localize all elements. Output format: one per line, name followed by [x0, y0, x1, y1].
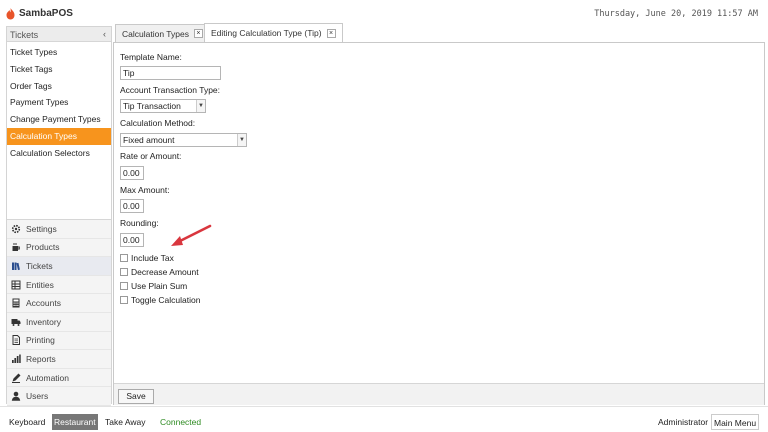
calculation-method-select[interactable]: Fixed amount ▼	[120, 133, 247, 147]
annotation-arrow-icon	[171, 224, 212, 246]
books-icon	[12, 262, 20, 271]
sidebar-header-label: Tickets	[10, 30, 39, 40]
decrease-amount-label: Decrease Amount	[131, 267, 199, 277]
coffee-icon	[12, 243, 20, 252]
nav-inventory-label: Inventory	[26, 316, 61, 327]
nav-printing-label: Printing	[26, 335, 55, 346]
checkbox-box[interactable]	[120, 268, 128, 276]
tab-calculation-types[interactable]: Calculation Types ×	[115, 24, 210, 42]
use-plain-sum-label: Use Plain Sum	[131, 281, 188, 291]
nav-users-label: Users	[26, 391, 49, 402]
account-transaction-type-label: Account Transaction Type:	[120, 85, 221, 95]
include-tax-label: Include Tax	[131, 253, 174, 263]
app-name: SambaPOS	[19, 7, 73, 19]
rounding-input[interactable]: 0.00	[120, 233, 144, 247]
include-tax-checkbox[interactable]: Include Tax	[120, 253, 174, 263]
checkbox-box[interactable]	[120, 254, 128, 262]
toggle-calculation-checkbox[interactable]: Toggle Calculation	[120, 295, 200, 305]
rounding-label: Rounding:	[120, 218, 159, 228]
nav-settings-label: Settings	[26, 223, 57, 234]
nav-reports-label: Reports	[26, 353, 56, 364]
dropdown-arrow-icon: ▼	[237, 134, 246, 146]
status-bar: Keyboard Restaurant Take Away Connected …	[0, 406, 768, 432]
tab-editing-calculation-type[interactable]: Editing Calculation Type (Tip) ×	[204, 23, 343, 42]
user-icon	[11, 391, 21, 401]
keyboard-button[interactable]: Keyboard	[7, 414, 47, 430]
current-user: Administrator	[658, 417, 709, 427]
sidebar-item-calculation-selectors[interactable]: Calculation Selectors	[7, 145, 111, 162]
app-logo: SambaPOS	[5, 5, 73, 21]
nav-products[interactable]: Products	[7, 238, 111, 258]
nav-inventory[interactable]: Inventory	[7, 312, 111, 332]
sidebar: Tickets ‹ Ticket Types Ticket Tags Order…	[6, 26, 112, 406]
app-header: SambaPOS Thursday, June 20, 2019 11:57 A…	[0, 0, 768, 24]
close-icon[interactable]: ×	[193, 29, 203, 38]
bar-chart-icon	[12, 354, 21, 363]
tab-editing-calculation-type-label: Editing Calculation Type (Tip)	[211, 28, 322, 38]
max-amount-input[interactable]: 0.00	[120, 199, 144, 213]
sidebar-item-payment-types[interactable]: Payment Types	[7, 94, 111, 111]
calculation-method-value: Fixed amount	[123, 135, 175, 145]
nav-tickets[interactable]: Tickets	[7, 257, 111, 276]
nav-automation-label: Automation	[26, 372, 69, 383]
account-transaction-type-select[interactable]: Tip Transaction ▼	[120, 99, 206, 113]
checkbox-box[interactable]	[120, 296, 128, 304]
calculation-method-label: Calculation Method:	[120, 118, 196, 128]
sidebar-item-change-payment-types[interactable]: Change Payment Types	[7, 111, 111, 128]
connection-status: Connected	[160, 417, 202, 427]
samba-logo-icon	[6, 7, 15, 19]
template-name-label: Template Name:	[120, 52, 182, 62]
dropdown-arrow-icon: ▼	[196, 100, 205, 112]
save-button[interactable]: Save	[118, 389, 154, 404]
nav-automation[interactable]: Automation	[7, 368, 111, 388]
table-icon	[11, 280, 21, 290]
nav-accounts[interactable]: Accounts	[7, 294, 111, 313]
rate-or-amount-input[interactable]: 0.00	[120, 166, 144, 180]
nav-users[interactable]: Users	[7, 387, 111, 406]
close-icon[interactable]: ×	[326, 28, 336, 38]
account-transaction-type-value: Tip Transaction	[123, 101, 181, 111]
sidebar-item-ticket-types[interactable]: Ticket Types	[7, 44, 111, 61]
nav-reports[interactable]: Reports	[7, 350, 111, 369]
template-name-input[interactable]: Tip	[120, 66, 221, 80]
nav-tickets-label: Tickets	[26, 260, 53, 271]
gear-icon	[11, 224, 21, 233]
main-menu-button[interactable]: Main Menu	[711, 414, 760, 430]
tab-calculation-types-label: Calculation Types	[122, 28, 189, 39]
nav-accounts-label: Accounts	[26, 298, 61, 309]
document-icon	[12, 335, 20, 346]
collapse-chevron-icon[interactable]: ‹	[103, 29, 106, 39]
sidebar-item-ticket-tags[interactable]: Ticket Tags	[7, 61, 111, 78]
main-nav-menu: Settings Products Tickets Entities Accou…	[7, 219, 111, 406]
truck-icon	[11, 318, 21, 326]
sidebar-item-calculation-types[interactable]: Calculation Types	[7, 127, 111, 145]
nav-entities[interactable]: Entities	[7, 275, 111, 295]
sidebar-item-order-tags[interactable]: Order Tags	[7, 78, 111, 95]
use-plain-sum-checkbox[interactable]: Use Plain Sum	[120, 281, 187, 291]
max-amount-label: Max Amount:	[120, 185, 170, 195]
calculator-icon	[12, 298, 20, 308]
tab-bar: Calculation Types × Editing Calculation …	[113, 22, 765, 42]
checkbox-box[interactable]	[120, 282, 128, 290]
take-away-button[interactable]: Take Away	[103, 414, 147, 430]
clock-text: Thursday, June 20, 2019 11:57 AM	[594, 9, 758, 19]
toggle-calculation-label: Toggle Calculation	[131, 295, 201, 305]
decrease-amount-checkbox[interactable]: Decrease Amount	[120, 267, 199, 277]
sidebar-item-list: Ticket Types Ticket Tags Order Tags Paym…	[7, 44, 111, 162]
pencil-icon	[12, 373, 21, 383]
restaurant-button[interactable]: Restaurant	[52, 414, 98, 430]
nav-products-label: Products	[26, 242, 60, 253]
sidebar-header: Tickets ‹	[7, 27, 111, 42]
nav-entities-label: Entities	[26, 279, 54, 290]
nav-settings[interactable]: Settings	[7, 220, 111, 239]
rate-or-amount-label: Rate or Amount:	[120, 151, 182, 161]
content-area: Calculation Types × Editing Calculation …	[113, 22, 765, 405]
form-footer: Save	[114, 383, 764, 405]
nav-printing[interactable]: Printing	[7, 331, 111, 351]
